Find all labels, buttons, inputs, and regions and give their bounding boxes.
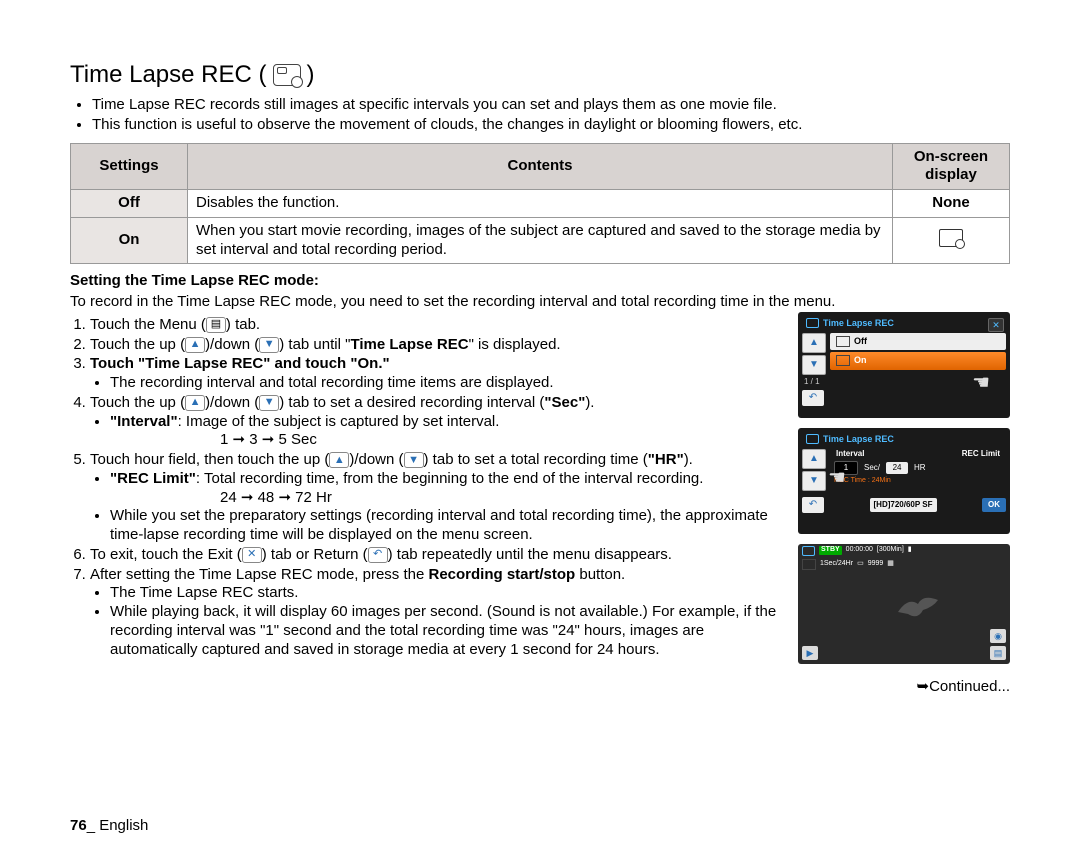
- menu-screen-2: Time Lapse REC ▲ ▼ Interval REC Limit 1 …: [798, 428, 1010, 534]
- down-icon: ▼: [259, 395, 279, 411]
- title-text: Time Lapse REC (: [70, 60, 267, 90]
- close-icon: ✕: [242, 547, 262, 563]
- cell-off-desc: Disables the function.: [188, 190, 893, 218]
- up-icon: ▲: [185, 337, 205, 353]
- intro-item: Time Lapse REC records still images at s…: [92, 96, 1010, 115]
- page-title: Time Lapse REC ( ): [70, 60, 1010, 90]
- camera-icon: [806, 318, 819, 328]
- continued-label: ➥Continued...: [798, 678, 1010, 697]
- play-button[interactable]: ▶: [802, 646, 818, 660]
- timecode: 00:00:00: [846, 546, 873, 555]
- page-number: 76: [70, 817, 87, 834]
- camera-icon: [806, 434, 819, 444]
- screen-title: Time Lapse REC: [802, 432, 1006, 447]
- up-icon: ▲: [329, 452, 349, 468]
- step-2: Touch the up (▲)/down (▼) tab until "Tim…: [90, 336, 786, 355]
- step-3: Touch "Time Lapse REC" and touch "On." T…: [90, 355, 786, 393]
- interval-label: Interval: [836, 449, 864, 459]
- language-label: English: [99, 817, 148, 834]
- reclimit-label: REC Limit: [962, 449, 1000, 459]
- format-label: [HD]720/60P SF: [870, 498, 937, 512]
- hr-unit: HR: [914, 463, 926, 473]
- hand-pointer-icon: ☚: [972, 371, 990, 396]
- down-button[interactable]: ▼: [802, 355, 826, 375]
- title-close-paren: ): [307, 60, 315, 90]
- menu-item-on[interactable]: On: [830, 352, 1006, 369]
- cell-off: Off: [71, 190, 188, 218]
- camera-icon: [802, 546, 815, 556]
- hand-pointer-icon: ☚: [828, 466, 846, 491]
- step-1: Touch the Menu (▤) tab.: [90, 316, 786, 335]
- step-5: Touch hour field, then touch the up (▲)/…: [90, 451, 786, 545]
- step-7: After setting the Time Lapse REC mode, p…: [90, 566, 786, 660]
- remaining-time: [300Min]: [877, 546, 904, 555]
- up-button[interactable]: ▲: [802, 333, 826, 353]
- intro-item: This function is useful to observe the m…: [92, 116, 1010, 135]
- timelapse-icon: [273, 64, 301, 86]
- cell-on: On: [71, 217, 188, 264]
- step-7-bullet-2: While playing back, it will display 60 i…: [110, 603, 786, 659]
- up-icon: ▲: [185, 395, 205, 411]
- step-4: Touch the up (▲)/down (▼) tab to set a d…: [90, 394, 786, 450]
- step-6: To exit, touch the Exit (✕) tab or Retur…: [90, 546, 786, 565]
- grid-icon: ▦: [887, 560, 894, 569]
- step-4-bullet: "Interval": Image of the subject is capt…: [110, 413, 786, 451]
- menu-screen-1: Time Lapse REC ✕ ▲ ▼ Off On: [798, 312, 1010, 418]
- cell-off-display: None: [893, 190, 1010, 218]
- screenshots-column: Time Lapse REC ✕ ▲ ▼ Off On: [798, 312, 1010, 697]
- off-icon: [836, 336, 850, 347]
- col-display: On-screen display: [893, 143, 1010, 190]
- sub-intro: To record in the Time Lapse REC mode, yo…: [70, 293, 1010, 312]
- steps-list: Touch the Menu (▤) tab. Touch the up (▲)…: [70, 316, 786, 660]
- down-button[interactable]: ▼: [802, 471, 826, 491]
- subheading: Setting the Time Lapse REC mode:: [70, 272, 1010, 291]
- step-5-bullet-2: While you set the preparatory settings (…: [110, 507, 786, 545]
- rec-time: REC Time : 24Min: [830, 477, 1006, 486]
- timelapse-icon: [802, 559, 816, 570]
- camera-osd-button[interactable]: ◉: [990, 629, 1006, 643]
- up-button[interactable]: ▲: [802, 449, 826, 469]
- col-contents: Contents: [188, 143, 893, 190]
- menu-icon: ▤: [206, 317, 226, 333]
- bird-image: [893, 592, 943, 622]
- down-icon: ▼: [404, 452, 424, 468]
- return-button[interactable]: ↶: [802, 390, 824, 406]
- card-icon: ▭: [857, 560, 864, 569]
- step-5-bullet-1: "REC Limit": Total recording time, from …: [110, 470, 786, 508]
- osd-line2: 1Sec/24Hr ▭ 9999 ▦: [802, 559, 894, 570]
- page-footer: 76_ English: [70, 817, 148, 836]
- settings-table: Settings Contents On-screen display Off …: [70, 143, 1010, 265]
- intro-list: Time Lapse REC records still images at s…: [70, 96, 1010, 135]
- stby-badge: STBY: [819, 546, 842, 555]
- timelapse-icon: [939, 229, 963, 247]
- return-icon: ↶: [368, 547, 388, 563]
- col-settings: Settings: [71, 143, 188, 190]
- sec-unit: Sec/: [864, 463, 880, 473]
- recording-screen: STBY 00:00:00 [300Min] ▮ 1Sec/24Hr ▭ 999…: [798, 544, 1010, 664]
- screen-title: Time Lapse REC: [802, 316, 1006, 331]
- step-3-bullet: The recording interval and total recordi…: [110, 374, 786, 393]
- cell-on-display: [893, 217, 1010, 264]
- step-7-bullet-1: The Time Lapse REC starts.: [110, 584, 786, 603]
- hr-value[interactable]: 24: [886, 462, 908, 474]
- menu-item-off[interactable]: Off: [830, 333, 1006, 350]
- battery-icon: ▮: [908, 546, 912, 555]
- ok-button[interactable]: OK: [982, 498, 1006, 512]
- cell-on-desc: When you start movie recording, images o…: [188, 217, 893, 264]
- menu-osd-button[interactable]: ▤: [990, 646, 1006, 660]
- return-button[interactable]: ↶: [802, 497, 824, 513]
- on-icon: [836, 355, 850, 366]
- close-button[interactable]: ✕: [988, 318, 1004, 332]
- osd-top-row: STBY 00:00:00 [300Min] ▮: [802, 546, 1006, 556]
- down-icon: ▼: [259, 337, 279, 353]
